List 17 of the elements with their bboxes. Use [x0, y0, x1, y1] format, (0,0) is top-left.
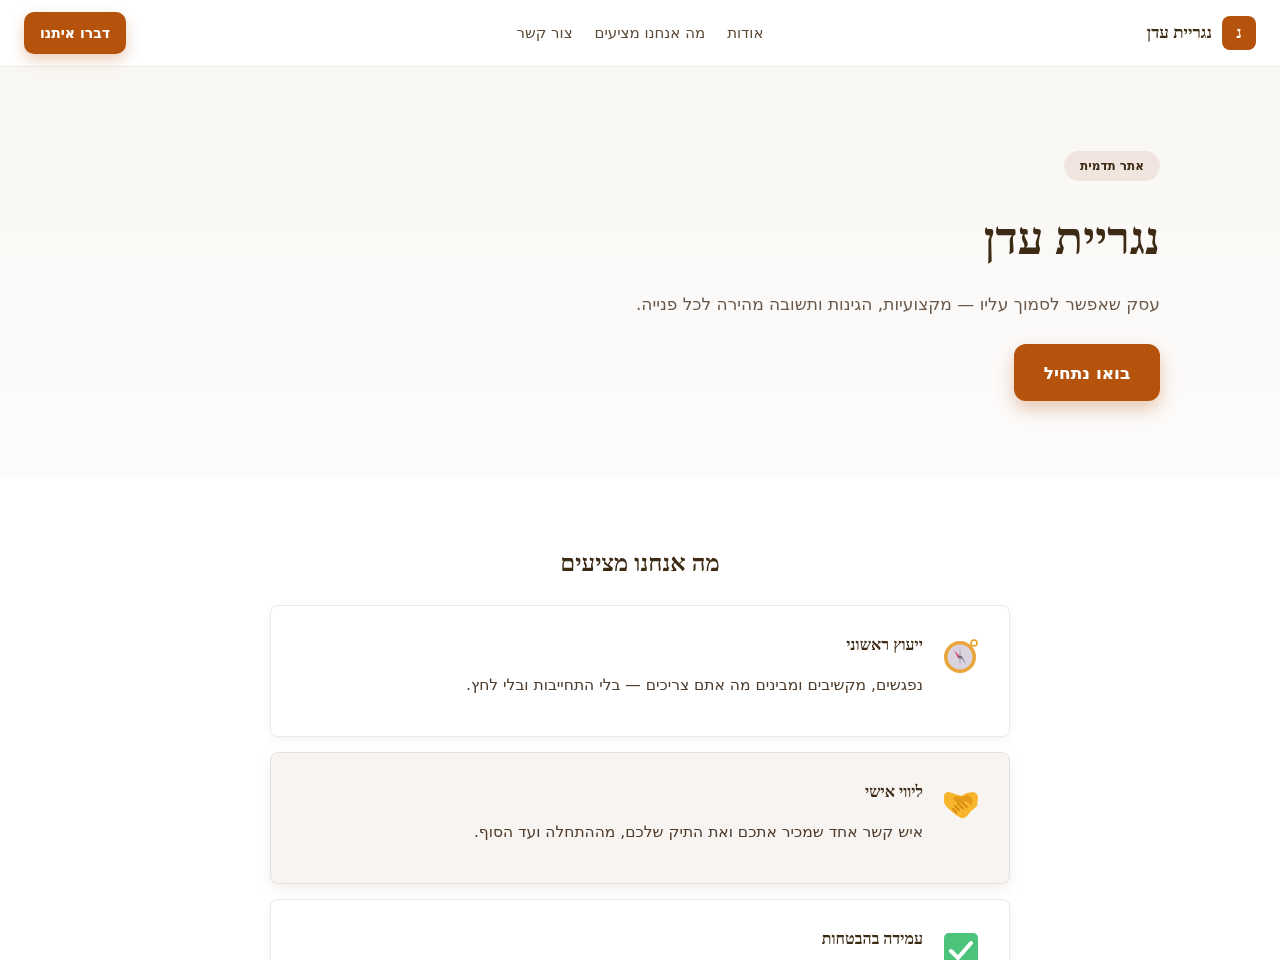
- badge: אתר תדמית: [1064, 151, 1160, 181]
- start-button[interactable]: בואו נתחיל: [1014, 344, 1160, 402]
- card-description: איש קשר אחד שמכיר אתכם ואת התיק שלכם, מההתחלה ועד הסוף.: [473, 823, 923, 841]
- compass-icon: [943, 638, 979, 674]
- section-heading: מה אנחנו מציעים: [560, 550, 720, 577]
- contact-button[interactable]: דברו איתנו: [24, 12, 126, 54]
- nav-link[interactable]: אודות: [727, 24, 764, 42]
- logo-badge: נ: [1222, 16, 1256, 50]
- brand-name: נגריית עדן: [1146, 23, 1212, 43]
- hero-subtitle: עסק שאפשר לסמוך עליו — מקצועיות, הגינות ותשובה מהירה לכל פנייה.: [635, 294, 1160, 315]
- nav-link[interactable]: צור קשר: [516, 24, 573, 42]
- card-description: נפגשים, מקשיבים ומבינים מה אתם צריכים — בלי התחייבות ובלי לחץ.: [465, 676, 923, 694]
- card-title: עמידה בהבטחות: [821, 930, 923, 948]
- card-title: ייעוץ ראשוני: [846, 636, 923, 654]
- card-title: ליווי אישי: [864, 783, 923, 801]
- nav-link[interactable]: מה אנחנו מציעים: [594, 24, 706, 42]
- hero-title: נגריית עדן: [983, 212, 1160, 266]
